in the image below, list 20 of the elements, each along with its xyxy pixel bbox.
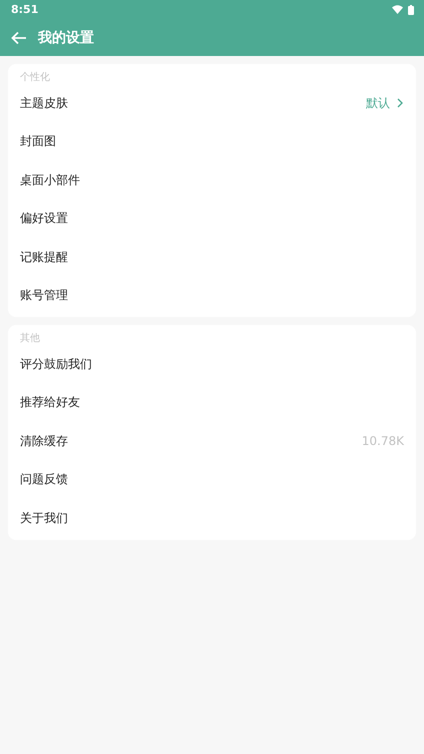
battery-icon xyxy=(408,4,414,14)
section-header: 个性化 xyxy=(20,70,50,84)
value-text: 10.78K xyxy=(362,434,404,448)
settings-item[interactable]: 关于我们 xyxy=(20,510,68,527)
settings-item[interactable]: 推荐给好友 xyxy=(20,394,80,412)
settings-item[interactable]: 主题皮肤 xyxy=(20,94,68,112)
settings-item[interactable]: 清除缓存 xyxy=(20,432,68,450)
settings-item[interactable]: 评分鼓励我们 xyxy=(20,356,92,373)
wifi-icon xyxy=(392,5,403,14)
section-header: 其他 xyxy=(20,332,40,345)
settings-item[interactable]: 记账提醒 xyxy=(20,248,68,266)
settings-item[interactable]: 偏好设置 xyxy=(20,210,68,228)
settings-item[interactable]: 封面图 xyxy=(20,133,56,150)
page-title: 我的设置 xyxy=(38,28,94,46)
chevron-icon xyxy=(396,98,404,108)
value-text: 默认 xyxy=(366,94,390,112)
settings-item[interactable]: 桌面小部件 xyxy=(20,172,80,189)
status-time: 8:51 xyxy=(11,3,38,16)
settings-item[interactable]: 账号管理 xyxy=(20,287,68,304)
settings-item[interactable]: 问题反馈 xyxy=(20,471,68,488)
